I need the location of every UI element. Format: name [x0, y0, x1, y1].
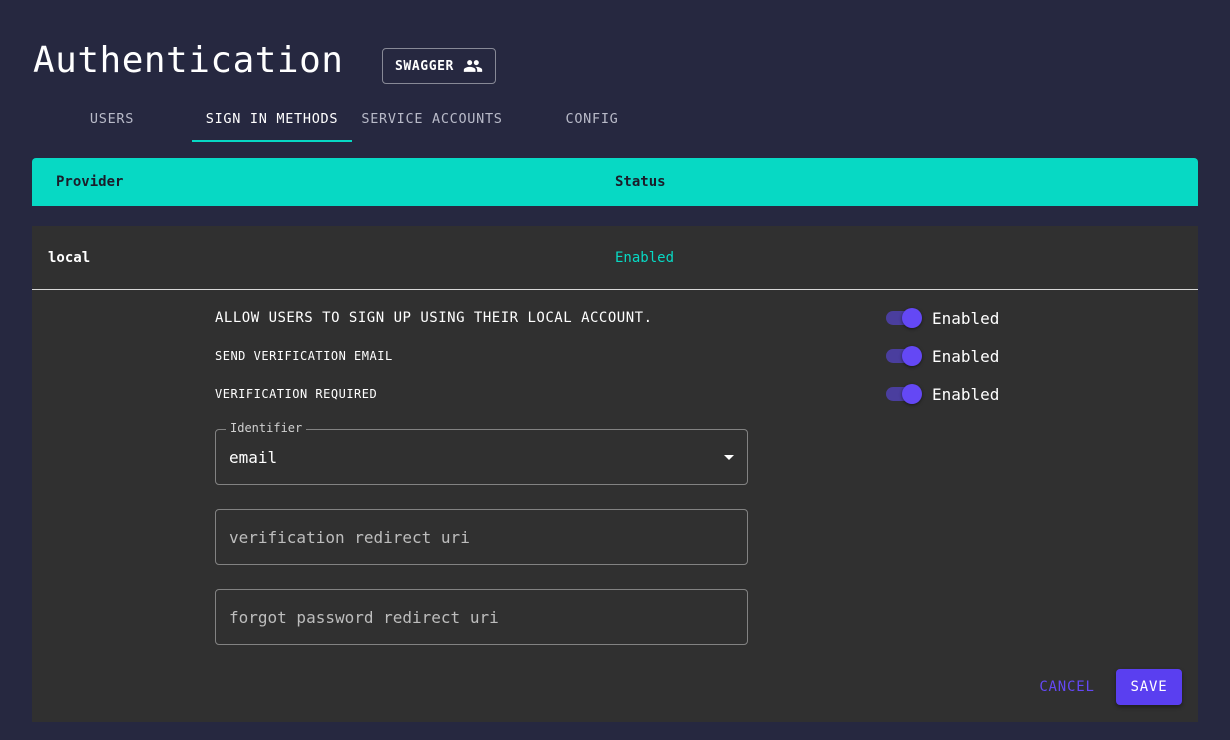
tab-config[interactable]: CONFIG — [512, 96, 672, 142]
provider-row-local[interactable]: local Enabled — [32, 226, 1198, 290]
tab-users-label: USERS — [89, 111, 135, 127]
verification-redirect-uri-field — [215, 509, 748, 565]
identifier-value: email — [229, 448, 278, 467]
allow-signup-label: ALLOW USERS TO SIGN UP USING THEIR LOCAL… — [215, 310, 653, 326]
provider-name: local — [48, 250, 91, 266]
save-button[interactable]: SAVE — [1116, 669, 1182, 705]
forgot-password-redirect-uri-input[interactable] — [216, 590, 747, 644]
people-icon — [463, 60, 483, 72]
page-title: Authentication — [33, 40, 344, 81]
tab-sign-in-methods[interactable]: SIGN IN METHODS — [192, 96, 352, 142]
tab-config-label: CONFIG — [565, 111, 619, 127]
tab-service-accounts-label: SERVICE ACCOUNTS — [361, 111, 503, 127]
send-verification-toggle[interactable] — [884, 344, 924, 368]
provider-status: Enabled — [615, 250, 675, 266]
cancel-button[interactable]: CANCEL — [1031, 669, 1103, 705]
send-verification-label: SEND VERIFICATION EMAIL — [215, 349, 393, 363]
toggle-thumb — [902, 384, 922, 404]
active-tab-indicator — [192, 140, 352, 142]
allow-signup-toggle[interactable] — [884, 306, 924, 330]
identifier-select[interactable]: Identifier email — [215, 421, 748, 485]
identifier-label: Identifier — [226, 421, 307, 435]
verification-redirect-uri-input[interactable] — [216, 510, 747, 564]
toggle-thumb — [902, 346, 922, 366]
allow-signup-status: Enabled — [932, 309, 1000, 328]
column-header-status: Status — [615, 174, 666, 190]
verification-required-status: Enabled — [932, 385, 1000, 404]
swagger-button-label: SWAGGER — [395, 58, 454, 74]
column-header-provider: Provider — [56, 174, 124, 190]
providers-table-header: Provider Status — [32, 158, 1198, 206]
send-verification-status: Enabled — [932, 347, 1000, 366]
forgot-password-redirect-uri-field — [215, 589, 748, 645]
local-provider-panel: local Enabled ALLOW USERS TO SIGN UP USI… — [32, 226, 1198, 722]
swagger-button[interactable]: SWAGGER — [382, 48, 496, 84]
toggle-thumb — [902, 308, 922, 328]
tab-users[interactable]: USERS — [32, 96, 192, 142]
verification-required-label: VERIFICATION REQUIRED — [215, 387, 378, 401]
tab-service-accounts[interactable]: SERVICE ACCOUNTS — [352, 96, 512, 142]
authentication-page: Authentication SWAGGER USERS SIGN IN MET… — [0, 0, 1230, 740]
verification-required-toggle[interactable] — [884, 382, 924, 406]
tab-sign-in-methods-label: SIGN IN METHODS — [205, 111, 339, 127]
dropdown-arrow-icon — [724, 455, 734, 460]
